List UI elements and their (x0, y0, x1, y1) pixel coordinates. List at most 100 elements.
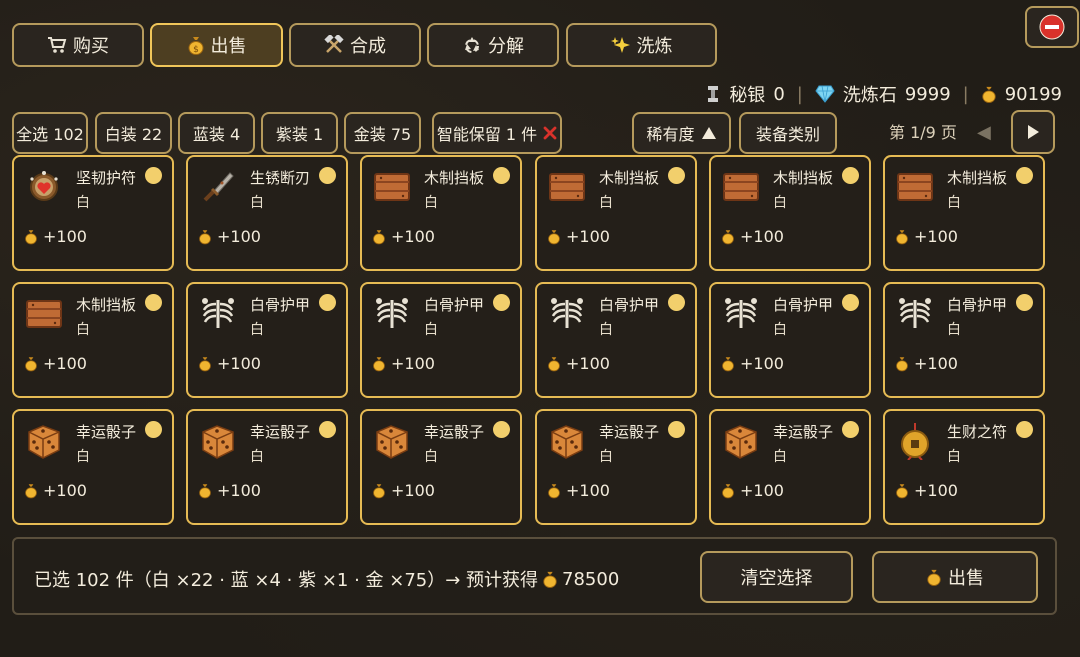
sell-button[interactable]: 出售 (872, 551, 1038, 603)
clear-selection-button[interactable]: 清空选择 (700, 551, 853, 603)
item-rarity: 白 (250, 195, 264, 211)
selection-dot[interactable] (1016, 294, 1033, 311)
item-card[interactable]: 幸运骰子白 +100 (12, 409, 174, 525)
sort-rarity-label: 稀有度 (646, 125, 695, 144)
play-right-icon (1026, 124, 1040, 140)
item-card[interactable]: 白骨护甲白 +100 (360, 282, 522, 398)
smart-keep-toggle[interactable]: 智能保留 1 件 (432, 112, 562, 154)
item-card[interactable]: 白骨护甲白 +100 (709, 282, 871, 398)
item-rarity: 白 (250, 449, 264, 465)
separator: | (796, 83, 803, 105)
item-name: 坚韧护符 (76, 169, 137, 187)
item-price-value: +100 (566, 227, 610, 246)
item-card[interactable]: 木制挡板白 +100 (883, 155, 1045, 271)
item-name: 幸运骰子 (773, 423, 834, 441)
dice-icon (198, 421, 238, 461)
item-card[interactable]: 幸运骰子白 +100 (360, 409, 522, 525)
money-bag-icon (24, 482, 38, 499)
item-price-value: +100 (391, 354, 435, 373)
filter-white[interactable]: 白装 22 (95, 112, 172, 154)
filter-blue[interactable]: 蓝装 4 (178, 112, 255, 154)
selection-dot[interactable] (319, 421, 336, 438)
filter-select-all[interactable]: 全选 102 (12, 112, 88, 154)
tab-decompose[interactable]: 分解 (427, 23, 559, 67)
item-price-value: +100 (217, 354, 261, 373)
selection-dot[interactable] (493, 421, 510, 438)
filter-purple[interactable]: 紫装 1 (261, 112, 338, 154)
item-card[interactable]: 幸运骰子白 +100 (709, 409, 871, 525)
money-bag-icon (24, 228, 38, 245)
selection-dot[interactable] (493, 294, 510, 311)
selection-dot[interactable] (668, 421, 685, 438)
sparkles-icon (610, 35, 631, 55)
tab-craft[interactable]: 合成 (289, 23, 421, 67)
sort-type-button[interactable]: 装备类别 (739, 112, 837, 154)
selection-dot[interactable] (145, 167, 162, 184)
item-price: +100 (24, 481, 87, 500)
item-card[interactable]: 坚韧护符白 +100 (12, 155, 174, 271)
item-card[interactable]: 木制挡板白 +100 (709, 155, 871, 271)
selection-dot[interactable] (842, 421, 859, 438)
item-rarity: 白 (599, 195, 613, 211)
smart-keep-label: 智能保留 1 件 (436, 125, 538, 144)
item-card[interactable]: 生财之符白 +100 (883, 409, 1045, 525)
coin-charm-icon (895, 421, 935, 461)
item-price-value: +100 (914, 354, 958, 373)
filter-gold[interactable]: 金装 75 (344, 112, 421, 154)
selection-dot[interactable] (493, 167, 510, 184)
mithril-value: 0 (773, 83, 785, 105)
item-card[interactable]: 木制挡板白 +100 (535, 155, 697, 271)
item-name: 幸运骰子 (76, 423, 137, 441)
item-name: 木制挡板 (76, 296, 137, 314)
item-card[interactable]: 木制挡板白 +100 (360, 155, 522, 271)
item-card[interactable]: 幸运骰子白 +100 (535, 409, 697, 525)
item-name: 幸运骰子 (424, 423, 485, 441)
item-price-value: +100 (740, 227, 784, 246)
item-price-value: +100 (914, 481, 958, 500)
separator: | (962, 83, 969, 105)
item-rarity: 白 (424, 322, 438, 338)
item-rarity: 白 (250, 322, 264, 338)
mithril-label: 秘银 (729, 85, 766, 106)
selection-dot[interactable] (842, 294, 859, 311)
money-bag-icon (372, 482, 386, 499)
item-card[interactable]: 白骨护甲白 +100 (535, 282, 697, 398)
item-price: +100 (24, 354, 87, 373)
next-page-button[interactable] (1011, 110, 1055, 154)
item-rarity: 白 (76, 195, 90, 211)
item-rarity: 白 (773, 322, 787, 338)
tab-refine[interactable]: 洗炼 (566, 23, 717, 67)
item-card[interactable]: 白骨护甲白 +100 (883, 282, 1045, 398)
selection-dot[interactable] (319, 294, 336, 311)
sort-rarity-button[interactable]: 稀有度 (632, 112, 731, 154)
selection-dot[interactable] (668, 167, 685, 184)
tab-buy[interactable]: 购买 (12, 23, 144, 67)
item-price: +100 (895, 481, 958, 500)
selection-dot[interactable] (842, 167, 859, 184)
money-bag-icon: $ (187, 35, 205, 55)
tab-sell[interactable]: $ 出售 (150, 23, 283, 67)
wooden-shield-icon (372, 167, 412, 207)
money-bag-icon (547, 482, 561, 499)
selection-summary: 已选 102 件（白 ×22 · 蓝 ×4 · 紫 ×1 · 金 ×75）→ 预… (34, 566, 619, 592)
item-price-value: +100 (217, 227, 261, 246)
selection-dot[interactable] (145, 294, 162, 311)
selection-dot[interactable] (319, 167, 336, 184)
item-price: +100 (721, 481, 784, 500)
item-card[interactable]: 白骨护甲白 +100 (186, 282, 348, 398)
item-card[interactable]: 生锈断刃白 +100 (186, 155, 348, 271)
selection-dot[interactable] (1016, 421, 1033, 438)
item-price: +100 (372, 227, 435, 246)
close-button[interactable] (1025, 6, 1079, 48)
item-card[interactable]: 木制挡板白 +100 (12, 282, 174, 398)
selection-dot[interactable] (1016, 167, 1033, 184)
item-card[interactable]: 幸运骰子白 +100 (186, 409, 348, 525)
item-name: 白骨护甲 (773, 296, 834, 314)
prev-page-icon[interactable]: ◀ (977, 122, 991, 143)
item-rarity: 白 (947, 322, 961, 338)
rusty-blade-icon (198, 167, 238, 207)
item-name: 白骨护甲 (250, 296, 311, 314)
selection-dot[interactable] (668, 294, 685, 311)
money-bag-icon (198, 355, 212, 372)
selection-dot[interactable] (145, 421, 162, 438)
